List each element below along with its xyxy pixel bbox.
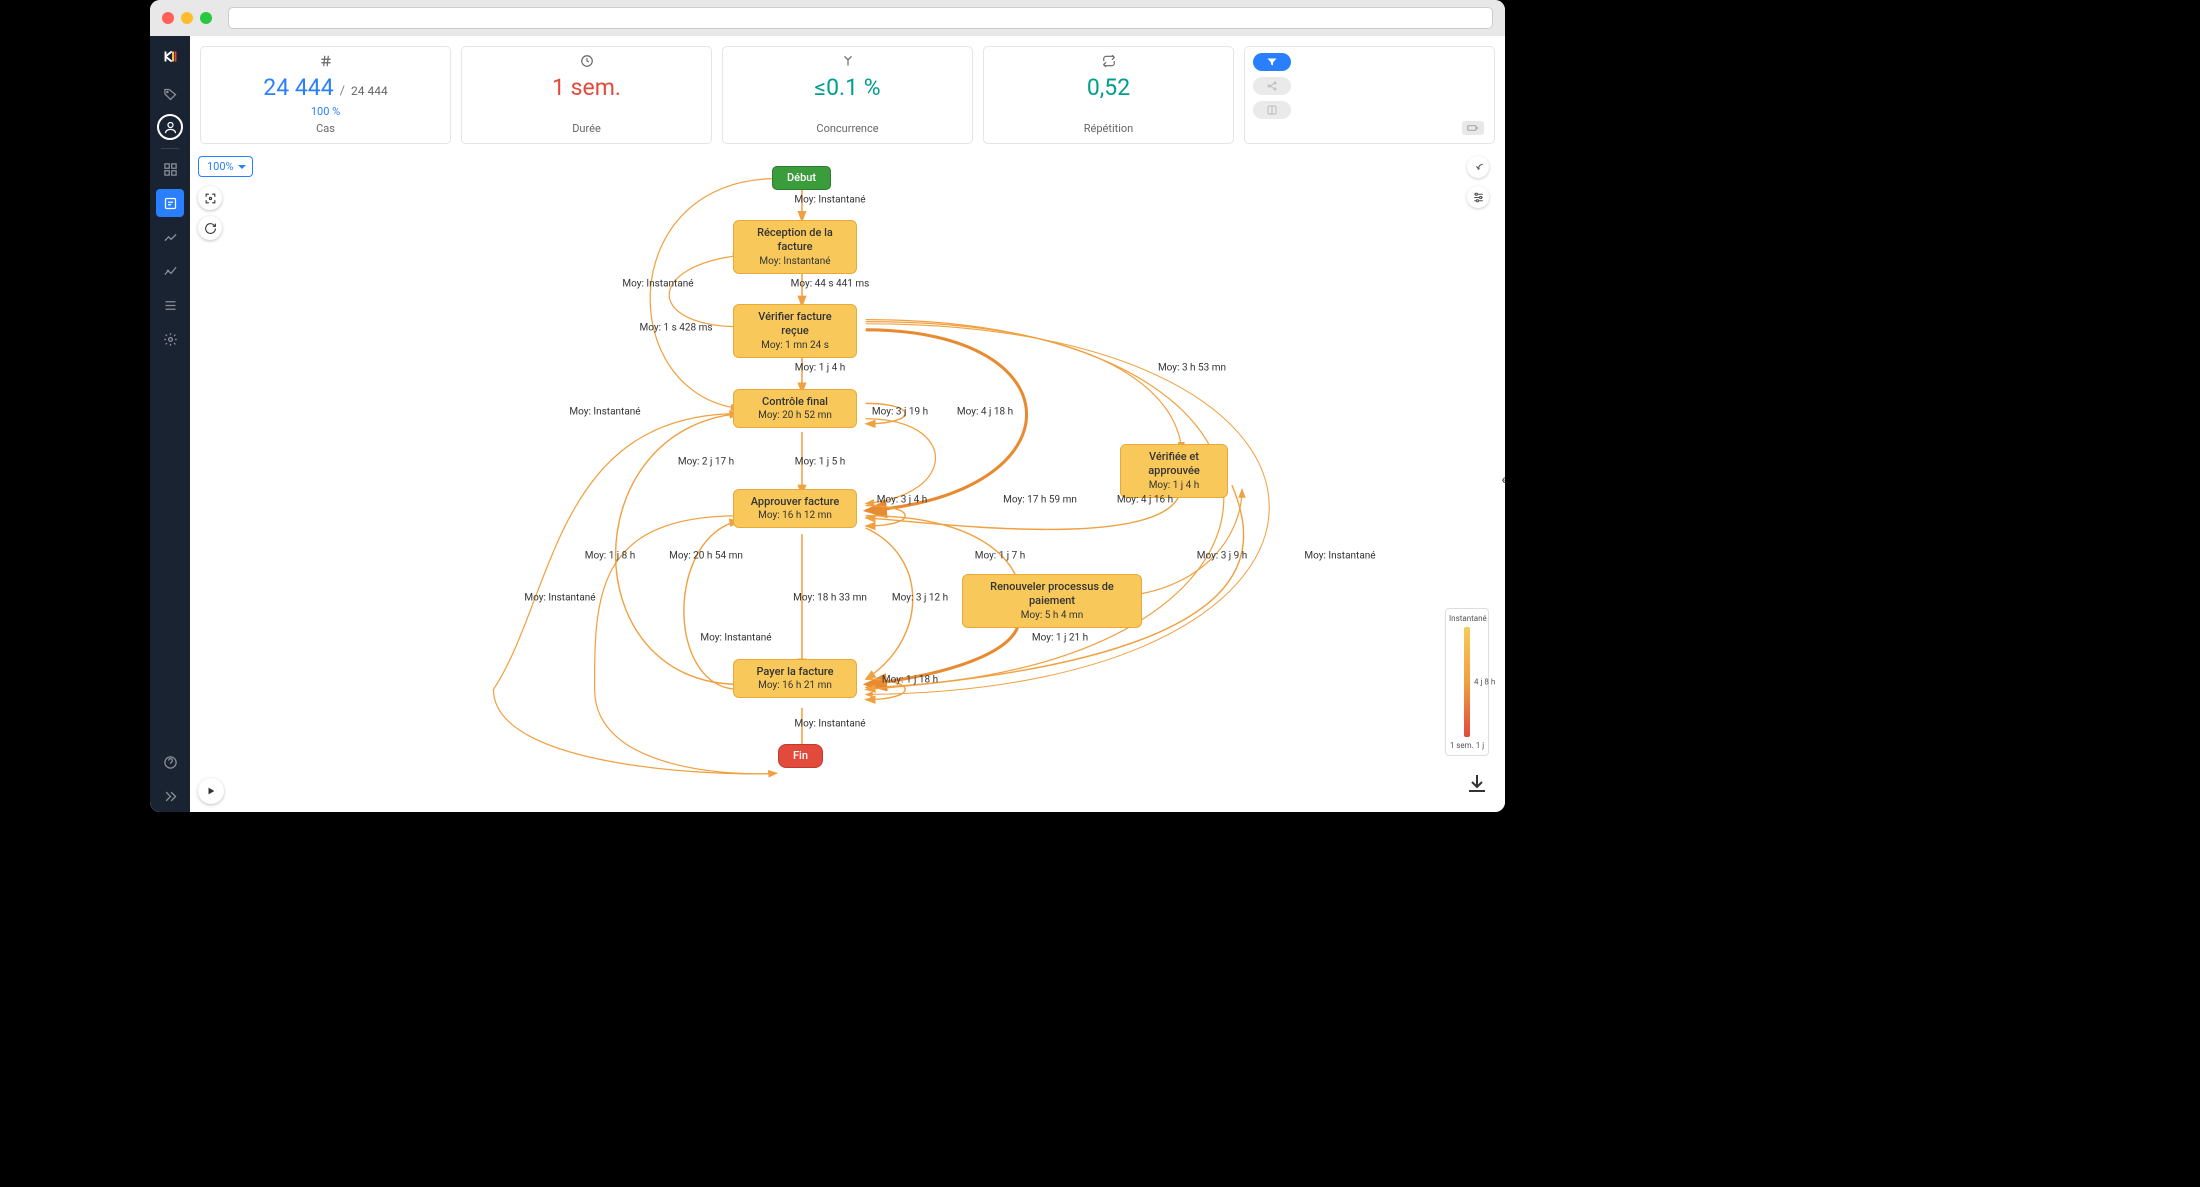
edge-label: Moy: 1 s 428 ms — [639, 323, 712, 334]
kpi-repetition-value: 0,52 — [1087, 74, 1130, 101]
sidebar-dashboard[interactable] — [156, 155, 184, 183]
edge-label: Moy: 1 j 5 h — [795, 457, 846, 468]
kpi-duration-value: 1 sem. — [552, 74, 621, 101]
play-button[interactable] — [198, 778, 224, 804]
edge-label: Moy: 1 j 7 h — [975, 551, 1026, 562]
edge-label: Moy: 4 j 16 h — [1117, 495, 1173, 506]
app-logo[interactable] — [158, 44, 182, 68]
kpi-cases-label: Cas — [316, 122, 335, 135]
kpi-cases[interactable]: 24 444 / 24 444 100 % Cas — [200, 46, 451, 144]
kpi-repetition-label: Répétition — [1084, 122, 1134, 135]
divider — [161, 148, 179, 149]
edge-label: Moy: 3 j 19 h — [872, 407, 928, 418]
edge-label: Moy: 4 j 18 h — [957, 407, 1013, 418]
browser-chrome — [150, 0, 1505, 36]
edge-label: Moy: 18 h 33 mn — [793, 593, 867, 604]
kpi-concurrency-value: ≤0.1 % — [814, 74, 880, 101]
sidebar-expand[interactable] — [156, 782, 184, 810]
sidebar-process-map[interactable] — [156, 189, 184, 217]
edge-label: Moy: Instantané — [700, 633, 771, 644]
download-button[interactable] — [1465, 772, 1489, 796]
speed-icon[interactable] — [1467, 156, 1489, 178]
edge-label: Moy: Instantané — [794, 719, 865, 730]
sidebar-help[interactable] — [156, 748, 184, 776]
edge-label: Moy: Instantané — [794, 195, 865, 206]
traffic-lights — [162, 12, 212, 24]
sliders-icon[interactable] — [1467, 186, 1489, 208]
node-renew[interactable]: Renouveler processus de paiement Moy: 5 … — [962, 574, 1142, 628]
kpi-cases-percent: 100 % — [311, 105, 340, 118]
node-end-label: Fin — [793, 749, 808, 763]
sidebar — [150, 36, 190, 812]
edge-label: Moy: 44 s 441 ms — [791, 279, 870, 290]
hash-icon — [319, 53, 333, 72]
legend-mid: 4 j 8 h — [1474, 678, 1495, 687]
sidebar-benchmark[interactable] — [156, 257, 184, 285]
sidebar-list[interactable] — [156, 291, 184, 319]
fit-screen-button[interactable] — [198, 186, 222, 210]
node-approve[interactable]: Approuver facture Moy: 16 h 12 mn — [733, 489, 857, 528]
kpi-strip: 24 444 / 24 444 100 % Cas 1 sem. Durée — [190, 36, 1505, 148]
clock-icon — [580, 53, 594, 72]
kpi-duration-label: Durée — [572, 122, 601, 135]
main: 24 444 / 24 444 100 % Cas 1 sem. Durée — [190, 36, 1505, 812]
filter-button[interactable] — [1253, 53, 1291, 71]
edge-label: Moy: 20 h 54 mn — [669, 551, 743, 562]
edge-label: Moy: 1 j 21 h — [1032, 633, 1088, 644]
split-icon — [841, 53, 855, 72]
url-bar[interactable] — [228, 7, 1493, 29]
edge-label: Moy: 3 j 12 h — [892, 593, 948, 604]
node-reception[interactable]: Réception de la facture Moy: Instantané — [733, 220, 857, 274]
edge-label: Moy: 1 j 18 h — [882, 675, 938, 686]
kpi-cases-value: 24 444 — [263, 74, 333, 101]
zoom-select[interactable]: 100% — [198, 156, 253, 177]
process-canvas[interactable]: Début Réception de la facture Moy: Insta… — [190, 148, 1505, 812]
kpi-concurrency-label: Concurrence — [816, 122, 878, 135]
window-maximize-button[interactable] — [200, 12, 212, 24]
edge-label: Moy: 3 h 53 mn — [1158, 363, 1226, 374]
window-close-button[interactable] — [162, 12, 174, 24]
kpi-concurrency[interactable]: ≤0.1 % Concurrence — [722, 46, 973, 144]
actions-card — [1244, 46, 1495, 144]
browser-window: 24 444 / 24 444 100 % Cas 1 sem. Durée — [150, 0, 1505, 812]
sidebar-tag-icon[interactable] — [156, 80, 184, 108]
edge-label: Moy: Instantané — [622, 279, 693, 290]
edge-label: Moy: Instantané — [524, 593, 595, 604]
kpi-cases-total: 24 444 — [351, 84, 388, 98]
repeat-icon — [1102, 53, 1116, 72]
variant-button[interactable] — [1253, 77, 1291, 95]
legend-top: Instantané — [1449, 614, 1485, 623]
node-start-label: Début — [787, 171, 816, 185]
collapse-panel-chevron-icon[interactable]: « — [1501, 472, 1505, 488]
node-start[interactable]: Début — [772, 166, 831, 190]
app: 24 444 / 24 444 100 % Cas 1 sem. Durée — [150, 36, 1505, 812]
node-verify[interactable]: Vérifier facture reçue Moy: 1 mn 24 s — [733, 304, 857, 358]
edge-label: Moy: 17 h 59 mn — [1003, 495, 1077, 506]
kpi-repetition[interactable]: 0,52 Répétition — [983, 46, 1234, 144]
legend-bottom: 1 sem. 1 j — [1449, 741, 1485, 750]
edge-label: Moy: 1 j 4 h — [795, 363, 846, 374]
window-minimize-button[interactable] — [181, 12, 193, 24]
edge-label: Moy: Instantané — [1304, 551, 1375, 562]
sidebar-avatar[interactable] — [157, 114, 183, 140]
node-verified[interactable]: Vérifiée et approuvée Moy: 1 j 4 h — [1120, 444, 1228, 498]
node-control[interactable]: Contrôle final Moy: 20 h 52 mn — [733, 389, 857, 428]
node-end[interactable]: Fin — [778, 744, 823, 768]
edge-label: Moy: Instantané — [569, 407, 640, 418]
node-pay[interactable]: Payer la facture Moy: 16 h 21 mn — [733, 659, 857, 698]
gradient-legend: Instantané 4 j 8 h 1 sem. 1 j — [1445, 608, 1489, 756]
battery-icon[interactable] — [1462, 121, 1484, 135]
logo-icon — [163, 49, 178, 64]
kpi-duration[interactable]: 1 sem. Durée — [461, 46, 712, 144]
sidebar-analytics[interactable] — [156, 223, 184, 251]
reset-view-button[interactable] — [198, 216, 222, 240]
compare-button[interactable] — [1253, 101, 1291, 119]
edge-label: Moy: 1 j 8 h — [585, 551, 636, 562]
edge-label: Moy: 3 j 9 h — [1197, 551, 1248, 562]
edge-label: Moy: 3 j 4 h — [877, 495, 928, 506]
edge-label: Moy: 2 j 17 h — [678, 457, 734, 468]
sidebar-settings[interactable] — [156, 325, 184, 353]
